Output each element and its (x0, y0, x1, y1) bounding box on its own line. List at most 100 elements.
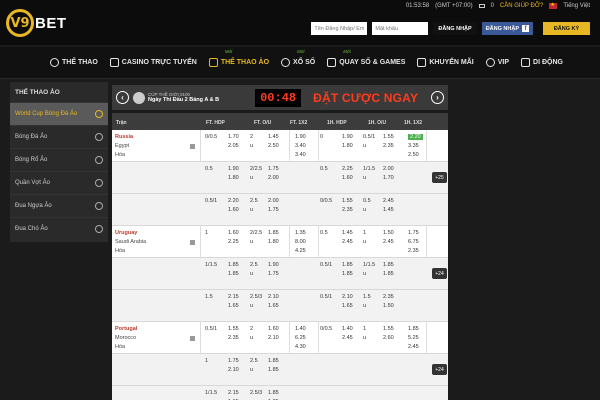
more-markets-button[interactable]: +25 (432, 172, 447, 183)
language-select[interactable]: Tiếng Việt (563, 3, 590, 9)
nav-lottery[interactable]: Mới XỔ SỐ (275, 47, 321, 79)
ft-under-odds[interactable]: 2.50 (268, 143, 279, 149)
1h-1x2-draw-odds[interactable]: 2.50 (408, 152, 419, 158)
1h-over-odds[interactable]: 2.45 (383, 198, 394, 204)
ft-under-odds[interactable]: 1.80 (268, 239, 279, 245)
sidebar-item-virtual-basketball[interactable]: Bóng Rổ Ảo (10, 148, 108, 171)
ft-under-odds[interactable]: 2.10 (268, 335, 279, 341)
statistics-icon[interactable] (190, 144, 195, 149)
ft-under-odds[interactable]: 1.75 (268, 207, 279, 213)
1h-hdp-away-odds[interactable]: 1.65 (342, 303, 353, 309)
1h-over-odds[interactable]: 1.55 (383, 326, 394, 332)
ft-1x2-draw-odds[interactable]: 3.40 (295, 152, 306, 158)
ft-over-odds[interactable]: 1.85 (268, 230, 279, 236)
place-bet-now[interactable]: ĐẶT CƯỢC NGAY (313, 91, 418, 105)
1h-under-odds[interactable]: 2.45 (383, 239, 394, 245)
ft-hdp-away-odds[interactable]: 2.25 (228, 239, 239, 245)
1h-over-odds[interactable]: 1.85 (383, 262, 394, 268)
ft-hdp-home-odds[interactable]: 2.20 (228, 198, 239, 204)
1h-under-odds[interactable]: 2.35 (383, 143, 394, 149)
ft-1x2-away-odds[interactable]: 3.40 (295, 143, 306, 149)
ft-hdp-home-odds[interactable]: 1.85 (228, 262, 239, 268)
mail-icon[interactable] (478, 4, 485, 8)
ft-over-odds[interactable]: 1.60 (268, 326, 279, 332)
sidebar-item-virtual-dog-racing[interactable]: Đua Chó Ảo (10, 217, 108, 240)
1h-over-odds[interactable]: 2.35 (383, 294, 394, 300)
1h-hdp-away-odds[interactable]: 1.60 (342, 175, 353, 181)
more-markets-button[interactable]: +24 (432, 268, 447, 279)
ft-under-odds[interactable]: 1.75 (268, 271, 279, 277)
ft-hdp-away-odds[interactable]: 2.10 (228, 367, 239, 373)
ft-hdp-home-odds[interactable]: 1.70 (228, 134, 239, 140)
next-arrow-icon[interactable]: › (431, 91, 444, 104)
ft-over-odds[interactable]: 1.75 (268, 166, 279, 172)
1h-under-odds[interactable]: 2.60 (383, 335, 394, 341)
nav-virtual-sports[interactable]: Mới THỂ THAO ẢO (203, 47, 275, 79)
ft-hdp-away-odds[interactable]: 1.85 (228, 271, 239, 277)
ft-over-odds[interactable]: 1.90 (268, 262, 279, 268)
ft-1x2-home-odds[interactable]: 1.40 (295, 326, 306, 332)
statistics-icon[interactable] (190, 240, 195, 245)
ft-over-odds[interactable]: 1.85 (268, 358, 279, 364)
1h-hdp-away-odds[interactable]: 2.45 (342, 335, 353, 341)
1h-1x2-home-odds[interactable]: 2.20 (408, 134, 423, 140)
v9bet-logo[interactable]: V9 BET (6, 6, 67, 40)
1h-hdp-away-odds[interactable]: 1.85 (342, 271, 353, 277)
ft-hdp-home-odds[interactable]: 1.55 (228, 326, 239, 332)
help-link[interactable]: CẦN GIÚP ĐỠ? (500, 3, 543, 9)
ft-1x2-draw-odds[interactable]: 4.25 (295, 248, 306, 254)
1h-hdp-home-odds[interactable]: 1.40 (342, 326, 353, 332)
1h-1x2-away-odds[interactable]: 3.35 (408, 143, 419, 149)
ft-1x2-home-odds[interactable]: 1.90 (295, 134, 306, 140)
nav-mobile[interactable]: DI ĐỘNG (515, 47, 569, 79)
ft-under-odds[interactable]: 1.65 (268, 303, 279, 309)
1h-1x2-away-odds[interactable]: 6.75 (408, 239, 419, 245)
login-button[interactable]: ĐĂNG NHẬP (433, 22, 477, 35)
ft-hdp-away-odds[interactable]: 2.35 (228, 335, 239, 341)
1h-1x2-away-odds[interactable]: 5.25 (408, 335, 419, 341)
statistics-icon[interactable] (190, 336, 195, 341)
ft-over-odds[interactable]: 2.10 (268, 294, 279, 300)
1h-hdp-away-odds[interactable]: 2.35 (342, 207, 353, 213)
1h-1x2-home-odds[interactable]: 1.75 (408, 230, 419, 236)
sidebar-item-virtual-horse-racing[interactable]: Đua Ngựa Ảo (10, 194, 108, 217)
ft-1x2-home-odds[interactable]: 1.35 (295, 230, 306, 236)
ft-hdp-home-odds[interactable]: 1.90 (228, 166, 239, 172)
1h-over-odds[interactable]: 1.55 (383, 134, 394, 140)
1h-hdp-home-odds[interactable]: 1.85 (342, 262, 353, 268)
1h-under-odds[interactable]: 1.70 (383, 175, 394, 181)
1h-hdp-home-odds[interactable]: 2.10 (342, 294, 353, 300)
sidebar-item-virtual-world-cup[interactable]: World Cup Bóng Đá Ảo (10, 102, 108, 125)
ft-hdp-away-odds[interactable]: 1.65 (228, 303, 239, 309)
1h-under-odds[interactable]: 1.50 (383, 303, 394, 309)
1h-hdp-home-odds[interactable]: 1.55 (342, 198, 353, 204)
nav-vip[interactable]: VIP (480, 47, 515, 79)
ft-under-odds[interactable]: 2.00 (268, 175, 279, 181)
1h-hdp-home-odds[interactable]: 1.45 (342, 230, 353, 236)
nav-sports[interactable]: THỂ THAO (44, 47, 104, 79)
1h-over-odds[interactable]: 1.50 (383, 230, 394, 236)
ft-hdp-home-odds[interactable]: 2.15 (228, 390, 239, 396)
ft-1x2-away-odds[interactable]: 8.00 (295, 239, 306, 245)
1h-under-odds[interactable]: 1.85 (383, 271, 394, 277)
1h-hdp-home-odds[interactable]: 2.25 (342, 166, 353, 172)
ft-hdp-away-odds[interactable]: 1.60 (228, 207, 239, 213)
ft-hdp-home-odds[interactable]: 1.60 (228, 230, 239, 236)
nav-casino[interactable]: CASINO TRỰC TUYẾN (104, 47, 203, 79)
1h-1x2-draw-odds[interactable]: 2.45 (408, 344, 419, 350)
ft-over-odds[interactable]: 1.45 (268, 134, 279, 140)
1h-over-odds[interactable]: 2.00 (383, 166, 394, 172)
username-input[interactable] (311, 22, 368, 35)
more-markets-button[interactable]: +24 (432, 364, 447, 375)
ft-over-odds[interactable]: 1.85 (268, 390, 279, 396)
nav-games[interactable]: Mới QUAY SỐ & GAMES (321, 47, 411, 79)
1h-hdp-away-odds[interactable]: 2.45 (342, 239, 353, 245)
1h-1x2-draw-odds[interactable]: 2.35 (408, 248, 419, 254)
1h-hdp-home-odds[interactable]: 1.90 (342, 134, 353, 140)
ft-under-odds[interactable]: 1.85 (268, 367, 279, 373)
sidebar-item-virtual-football[interactable]: Bóng Đá Ảo (10, 125, 108, 148)
ft-hdp-away-odds[interactable]: 1.80 (228, 175, 239, 181)
1h-under-odds[interactable]: 1.45 (383, 207, 394, 213)
ft-hdp-away-odds[interactable]: 2.05 (228, 143, 239, 149)
1h-hdp-away-odds[interactable]: 1.80 (342, 143, 353, 149)
